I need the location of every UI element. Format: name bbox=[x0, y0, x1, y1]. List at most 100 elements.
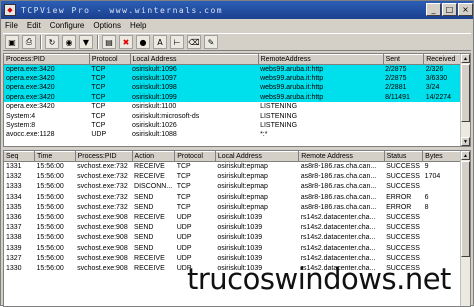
scroll-thumb[interactable] bbox=[461, 64, 470, 122]
connection-row[interactable]: opera.exe:3420 TCP osiriskult:1096 webs99.a… bbox=[4, 64, 470, 74]
log-row[interactable]: 1335 15:56:00 svchost.exe:732 SEND TCP osiris… bbox=[4, 202, 470, 212]
log-cell: UDP bbox=[176, 234, 192, 242]
log-cell: RECEIVE bbox=[134, 254, 165, 262]
log-cell: SUCCESS bbox=[386, 244, 420, 252]
highlight-icon[interactable]: ✎ bbox=[204, 35, 218, 49]
log-cell: svchost.exe:908 bbox=[77, 264, 128, 272]
scroll-thumb[interactable] bbox=[461, 161, 470, 257]
connection-cell: webs99.aruba.it:http bbox=[258, 83, 384, 93]
log-cell: TCP bbox=[176, 193, 191, 201]
log-row[interactable]: 1337 15:56:00 svchost.exe:908 SEND UDP osiris… bbox=[4, 223, 470, 233]
connection-cell: LISTENING bbox=[260, 103, 298, 111]
log-row[interactable]: 1331 15:56:00 svchost.exe:732 RECEIVE TCP osi… bbox=[4, 162, 470, 172]
connection-cell: System:4 bbox=[6, 112, 36, 120]
find-icon[interactable]: ◉ bbox=[62, 35, 76, 49]
close-connection-icon[interactable]: ✖ bbox=[119, 35, 133, 49]
log-cell: 15:56:00 bbox=[36, 264, 64, 272]
whois-icon[interactable]: ⊢ bbox=[170, 35, 184, 49]
log-cell: TCP bbox=[176, 183, 191, 191]
log-row[interactable]: 1332 15:56:00 svchost.exe:732 RECEIVE TCP osi… bbox=[4, 172, 470, 182]
col-status[interactable]: Status bbox=[384, 151, 424, 162]
filter-icon[interactable]: ▼ bbox=[79, 35, 93, 49]
menu-help[interactable]: Help bbox=[130, 21, 146, 30]
log-cell: osiriskult:epmap bbox=[217, 183, 268, 191]
log-cell: svchost.exe:908 bbox=[77, 244, 128, 252]
log-cell: TCP bbox=[176, 163, 191, 171]
col-remote-address[interactable]: RemoteAddress bbox=[258, 54, 384, 65]
menu-file[interactable]: File bbox=[5, 21, 18, 30]
col-seq[interactable]: Seq bbox=[4, 151, 35, 162]
log-row[interactable]: 1333 15:56:00 svchost.exe:732 DISCONN... TCP… bbox=[4, 182, 470, 192]
connection-row[interactable]: opera.exe:3420 TCP osiriskult:1100 LISTENIN… bbox=[4, 102, 470, 111]
connection-cell: 2/2881 bbox=[383, 83, 424, 93]
scroll-down-arrow-icon[interactable]: ▼ bbox=[461, 137, 470, 146]
maximize-button[interactable]: □ bbox=[442, 3, 457, 16]
scroll-up-arrow-icon[interactable]: ▲ bbox=[461, 54, 470, 63]
connection-row[interactable]: opera.exe:3420 TCP osiriskult:1098 webs99.a… bbox=[4, 83, 470, 93]
col-process-pid[interactable]: Process:PID bbox=[4, 54, 90, 65]
log-cell: SEND bbox=[134, 193, 154, 201]
connections-scrollbar[interactable]: ▲ ▼ bbox=[460, 54, 470, 146]
minimize-button[interactable]: _ bbox=[426, 3, 441, 16]
connection-cell: TCP bbox=[89, 83, 131, 93]
log-cell: 1339 bbox=[6, 244, 22, 252]
log-cell: as8r8-186.ras.cha.can... bbox=[300, 183, 377, 191]
log-row[interactable]: 1336 15:56:00 svchost.exe:908 RECEIVE UDP osi… bbox=[4, 212, 470, 222]
menu-options[interactable]: Options bbox=[93, 21, 121, 30]
address-resolve-icon[interactable]: A bbox=[153, 35, 167, 49]
col-log-process-pid[interactable]: Process:PID bbox=[75, 151, 133, 162]
log-cell: 1334 bbox=[6, 193, 22, 201]
log-cell: SUCCESS bbox=[386, 183, 420, 191]
col-sent[interactable]: Sent bbox=[383, 54, 425, 65]
log-cell: DISCONN... bbox=[134, 183, 173, 191]
properties-icon[interactable]: ▤ bbox=[102, 35, 116, 49]
log-cell: as8r8-186.ras.cha.can... bbox=[300, 193, 377, 201]
log-row[interactable]: 1334 15:56:00 svchost.exe:732 SEND TCP osiris… bbox=[4, 192, 470, 202]
connection-cell: osiriskult:1100 bbox=[132, 103, 177, 111]
col-protocol[interactable]: Protocol bbox=[89, 54, 131, 65]
connection-row[interactable]: opera.exe:3420 TCP osiriskult:1099 webs99.a… bbox=[4, 92, 470, 103]
connection-cell: TCP bbox=[91, 112, 106, 120]
col-log-remote-address[interactable]: Remote Address bbox=[298, 151, 385, 162]
clear-icon[interactable]: ⌫ bbox=[187, 35, 201, 49]
log-cell: osiriskult:epmap bbox=[217, 193, 268, 201]
log-cell: SUCCESS bbox=[386, 163, 420, 171]
col-log-protocol[interactable]: Protocol bbox=[174, 151, 216, 162]
print-icon[interactable]: ⎙ bbox=[22, 35, 36, 49]
col-time[interactable]: Time bbox=[34, 151, 76, 162]
log-cell: RECEIVE bbox=[134, 173, 165, 181]
log-cell: 1336 bbox=[6, 214, 22, 222]
connection-cell: System:8 bbox=[6, 122, 36, 130]
connection-row[interactable]: opera.exe:3420 TCP osiriskult:1097 webs99.a… bbox=[4, 73, 470, 84]
log-scrollbar[interactable]: ▲ bbox=[460, 151, 470, 306]
log-cell: RECEIVE bbox=[134, 264, 165, 272]
log-cell: as8r8-186.ras.cha.can... bbox=[300, 203, 377, 211]
log-cell: svchost.exe:732 bbox=[77, 203, 128, 211]
log-cell: as8r8-186.ras.cha.can... bbox=[300, 163, 377, 171]
log-cell: 15:56:00 bbox=[36, 173, 64, 181]
connection-row[interactable]: System:4 TCP osiriskult:microsoft-ds LISTEN… bbox=[4, 111, 470, 120]
log-body: 1331 15:56:00 svchost.exe:732 RECEIVE TCP osi… bbox=[4, 162, 470, 274]
connection-row[interactable]: System:8 TCP osiriskult:1026 LISTENING bbox=[4, 121, 470, 130]
log-row[interactable]: 1339 15:56:00 svchost.exe:908 SEND UDP osiris… bbox=[4, 243, 470, 253]
connection-cell: *:* bbox=[260, 131, 268, 139]
title-bar[interactable]: ◆ TCPView Pro - www.winternals.com _ □ × bbox=[1, 1, 473, 19]
end-process-icon[interactable]: ● bbox=[136, 35, 150, 49]
connection-cell: osiriskult:1088 bbox=[132, 131, 177, 139]
col-log-local-address[interactable]: Local Address bbox=[215, 151, 300, 162]
scroll-up-arrow-icon[interactable]: ▲ bbox=[461, 151, 470, 160]
log-cell: RECEIVE bbox=[134, 163, 165, 171]
connection-row[interactable]: avocc.exe:1128 UDP osiriskult:1088 *:* bbox=[4, 130, 470, 139]
menu-configure[interactable]: Configure bbox=[50, 21, 85, 30]
col-local-address[interactable]: Local Address bbox=[130, 54, 259, 65]
log-cell: svchost.exe:908 bbox=[77, 224, 128, 232]
save-icon[interactable]: ▣ bbox=[5, 35, 19, 49]
log-row[interactable]: 1338 15:56:00 svchost.exe:908 SEND UDP osiris… bbox=[4, 233, 470, 243]
close-button[interactable]: × bbox=[458, 3, 473, 16]
col-action[interactable]: Action bbox=[132, 151, 176, 162]
window-title: TCPView Pro - www.winternals.com bbox=[21, 5, 224, 15]
toolbar-separator bbox=[97, 35, 99, 49]
refresh-icon[interactable]: ↻ bbox=[45, 35, 59, 49]
menu-edit[interactable]: Edit bbox=[27, 21, 41, 30]
log-cell: osiriskult:epmap bbox=[217, 203, 268, 211]
